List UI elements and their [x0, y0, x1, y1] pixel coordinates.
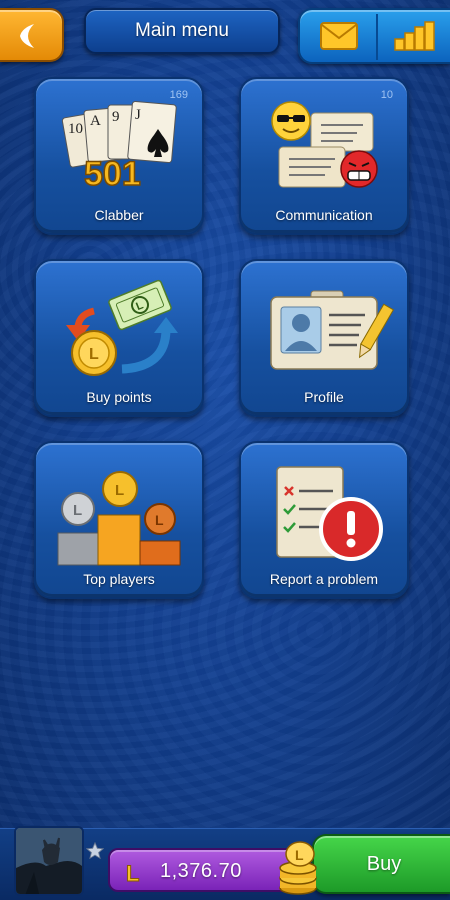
svg-text:L: L: [73, 502, 82, 519]
tile-count: 10: [380, 89, 393, 101]
mail-icon: [320, 22, 358, 50]
player-avatar-image: [16, 828, 82, 894]
exchange-icon: L L: [66, 279, 178, 376]
tile-clabber[interactable]: 10 A 9 J 501 169 Clabber: [34, 77, 204, 235]
back-button[interactable]: [0, 8, 64, 62]
svg-text:9: 9: [112, 109, 120, 125]
podium-icon: L L L: [57, 471, 181, 566]
tile-communication[interactable]: 10 Communication: [239, 77, 409, 235]
buy-button[interactable]: Buy: [312, 834, 450, 894]
svg-text:L: L: [89, 346, 99, 363]
avatar[interactable]: [14, 826, 84, 896]
tile-count: 169: [169, 89, 188, 101]
tile-label: Communication: [275, 207, 373, 223]
tile-label: Profile: [304, 389, 344, 405]
svg-text:10: 10: [68, 121, 83, 137]
tile-buy-points[interactable]: L L Buy points: [34, 259, 204, 417]
svg-text:A: A: [90, 113, 101, 129]
tile-profile[interactable]: Profile: [239, 259, 409, 417]
top-right-buttons: [298, 8, 450, 64]
star-icon: [86, 842, 104, 860]
cards-501-icon: 10 A 9 J 501: [61, 100, 177, 194]
tile-top-players[interactable]: L L L Top players: [34, 441, 204, 599]
tile-label: Clabber: [94, 207, 144, 223]
tile-label: Report a problem: [269, 571, 379, 587]
tile-label: Top players: [83, 571, 155, 587]
tile-score: 501: [84, 155, 141, 193]
balance-value: 1,376.70: [160, 860, 242, 882]
tile-label: Buy points: [86, 389, 152, 405]
tile-report-problem[interactable]: Report a problem: [239, 441, 409, 599]
svg-text:L: L: [115, 482, 124, 499]
svg-text:L: L: [126, 861, 139, 884]
svg-text:L: L: [295, 847, 304, 863]
id-card-icon: [270, 290, 395, 370]
coin-stack-icon: L: [279, 841, 317, 895]
report-checklist-icon: [276, 466, 383, 561]
svg-text:J: J: [135, 107, 141, 123]
page-title: Main menu: [135, 20, 229, 41]
svg-text:L: L: [155, 512, 164, 528]
leaderboard-icon: [394, 21, 435, 51]
buy-label: Buy: [366, 852, 402, 875]
mail-button[interactable]: [300, 10, 376, 62]
top-bar: Main menu: [0, 0, 450, 64]
chat-bubbles-icon: [271, 101, 378, 188]
currency-icon: L: [126, 861, 140, 885]
back-arrow-icon: [20, 24, 34, 48]
balance-display: L 1,376.70: [108, 848, 296, 892]
leaderboard-button[interactable]: [378, 10, 450, 62]
title-plate: Main menu: [84, 8, 280, 54]
